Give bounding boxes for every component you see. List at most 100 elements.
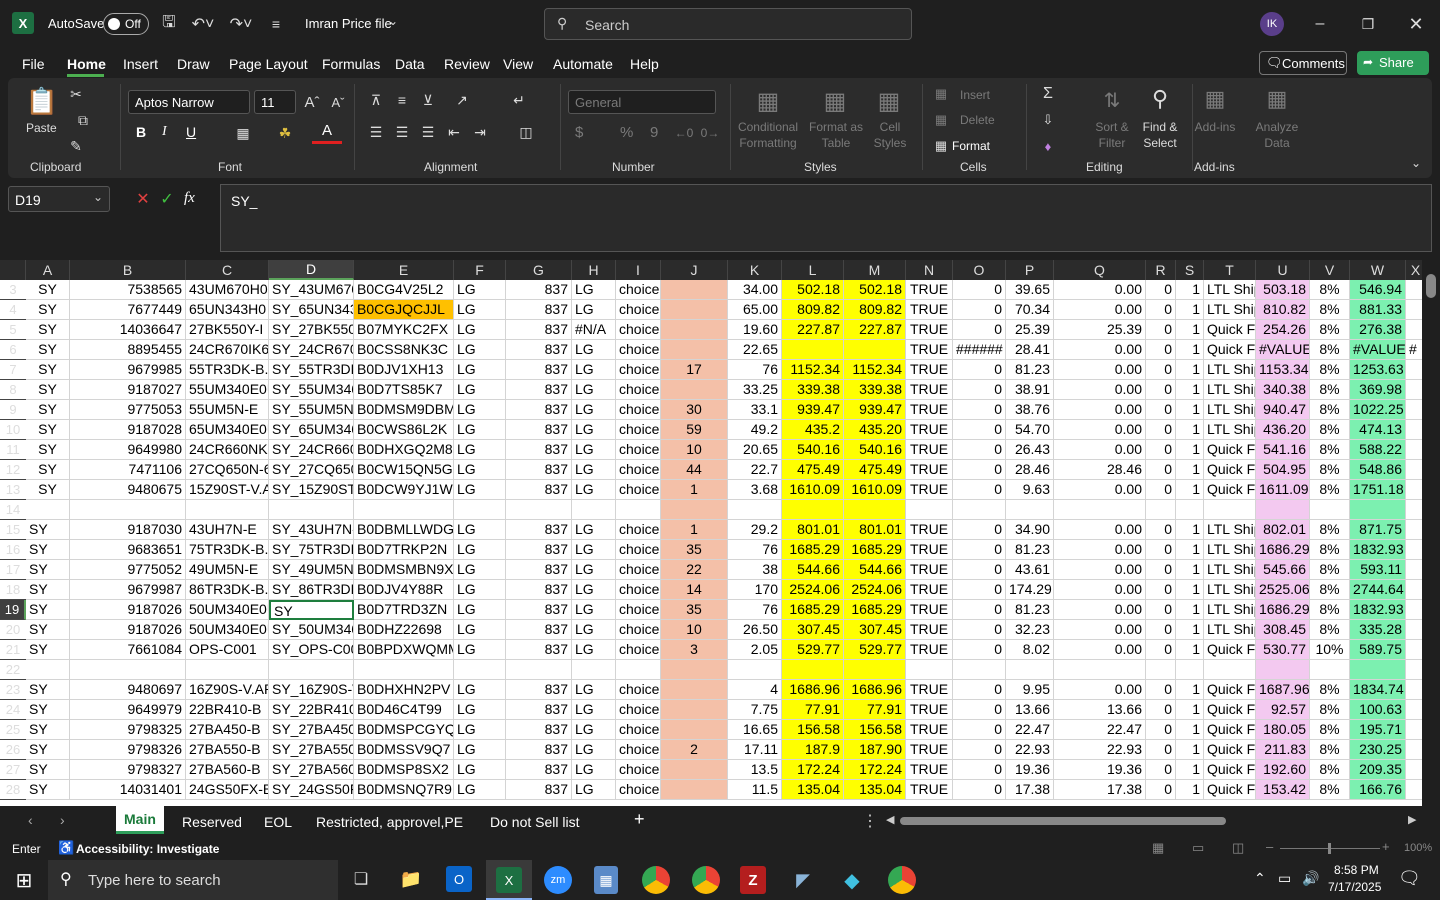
cell-a23[interactable]: SY xyxy=(26,680,70,700)
align-middle-icon[interactable]: ≡ xyxy=(392,90,412,110)
cell-m15[interactable]: 801.01 xyxy=(844,520,906,540)
cell-m7[interactable]: 1152.34 xyxy=(844,360,906,380)
cell-c23[interactable]: 16Z90S-V.APC xyxy=(186,680,269,700)
cell-j9[interactable]: 30 xyxy=(661,400,728,420)
cell-w23[interactable]: 1834.74 xyxy=(1350,680,1406,700)
cell-p11[interactable]: 26.43 xyxy=(1006,440,1054,460)
tab-home[interactable]: Home xyxy=(67,56,106,72)
cell-a26[interactable]: SY xyxy=(26,740,70,760)
tab-review[interactable]: Review xyxy=(444,56,490,72)
cell-n25[interactable]: TRUE xyxy=(906,720,953,740)
cell-d24[interactable]: SY_22BR410-B xyxy=(269,700,354,720)
cell-j15[interactable]: 1 xyxy=(661,520,728,540)
cell-g18[interactable]: 837 xyxy=(506,580,572,600)
cell-t15[interactable]: LTL Ship xyxy=(1204,520,1256,540)
cell-j10[interactable]: 59 xyxy=(661,420,728,440)
cell-g7[interactable]: 837 xyxy=(506,360,572,380)
sort-filter-label[interactable]: Sort & xyxy=(1088,120,1136,134)
undo-icon[interactable]: ↶˅ xyxy=(188,14,218,34)
cell-e23[interactable]: B0DHXHN2PV xyxy=(354,680,454,700)
row-header[interactable]: 11 xyxy=(0,440,26,460)
add-ins-icon[interactable]: ▦ xyxy=(1200,84,1230,114)
cell-j19[interactable]: 35 xyxy=(661,600,728,620)
cell-g12[interactable]: 837 xyxy=(506,460,572,480)
cell-k16[interactable]: 76 xyxy=(728,540,782,560)
cell-k6[interactable]: 22.65 xyxy=(728,340,782,360)
cell-b20[interactable]: 9187026 xyxy=(70,620,186,640)
cell-e5[interactable]: B07MYKC2FX xyxy=(354,320,454,340)
cell-c17[interactable]: 49UM5N-E xyxy=(186,560,269,580)
autosum-icon[interactable]: Σ xyxy=(1038,84,1058,104)
cell-q8[interactable]: 0.00 xyxy=(1054,380,1146,400)
cell-h3[interactable]: LG xyxy=(572,280,616,300)
analyze-data-label-2[interactable]: Data xyxy=(1254,136,1300,150)
cell-o26[interactable]: 0 xyxy=(953,740,1006,760)
cell-c4[interactable]: 65UN343H0 xyxy=(186,300,269,320)
cell-d4[interactable]: SY_65UN343H xyxy=(269,300,354,320)
cell-i11[interactable]: choice xyxy=(616,440,661,460)
cell-u3[interactable]: 503.18 xyxy=(1256,280,1310,300)
cell-h19[interactable]: LG xyxy=(572,600,616,620)
cell-g25[interactable]: 837 xyxy=(506,720,572,740)
cell-l24[interactable]: 77.91 xyxy=(782,700,844,720)
cell-d15[interactable]: SY_43UH7N-E xyxy=(269,520,354,540)
orientation-icon[interactable]: ↗ xyxy=(444,90,480,110)
cell-r20[interactable]: 0 xyxy=(1146,620,1176,640)
cell-l26[interactable]: 187.9 xyxy=(782,740,844,760)
cell-f12[interactable]: LG xyxy=(454,460,506,480)
cell-r10[interactable]: 0 xyxy=(1146,420,1176,440)
cell-a12[interactable]: SY xyxy=(26,460,70,480)
cell-p25[interactable]: 22.47 xyxy=(1006,720,1054,740)
cell-p28[interactable]: 17.38 xyxy=(1006,780,1054,800)
percent-button[interactable]: % xyxy=(620,124,633,141)
cell-n23[interactable]: TRUE xyxy=(906,680,953,700)
cell-v9[interactable]: 8% xyxy=(1310,400,1350,420)
cell-u13[interactable]: 1611.09 xyxy=(1256,480,1310,500)
cell-e24[interactable]: B0D46C4T99 xyxy=(354,700,454,720)
cell-k14[interactable] xyxy=(728,500,782,520)
cell-s13[interactable]: 1 xyxy=(1176,480,1204,500)
cell-q5[interactable]: 25.39 xyxy=(1054,320,1146,340)
cell-j23[interactable] xyxy=(661,680,728,700)
cell-v4[interactable]: 8% xyxy=(1310,300,1350,320)
next-sheet-icon[interactable]: › xyxy=(60,812,65,828)
cell-k22[interactable] xyxy=(728,660,782,680)
cell-styles-icon[interactable]: ▦ xyxy=(874,86,904,116)
cell-b17[interactable]: 9775052 xyxy=(70,560,186,580)
cell-d28[interactable]: SY_24GS50FX- xyxy=(269,780,354,800)
app-diamond-icon[interactable]: ◆ xyxy=(838,866,866,894)
column-header-h[interactable]: H xyxy=(572,260,616,280)
cell-v15[interactable]: 8% xyxy=(1310,520,1350,540)
decrease-font-icon[interactable]: Aˇ xyxy=(326,90,350,114)
cell-e10[interactable]: B0CWS86L2K xyxy=(354,420,454,440)
formula-input[interactable]: SY_ xyxy=(220,184,1432,252)
cell-l10[interactable]: 435.2 xyxy=(782,420,844,440)
cell-i13[interactable]: choice xyxy=(616,480,661,500)
cell-c12[interactable]: 27CQ650N-6N xyxy=(186,460,269,480)
cell-m11[interactable]: 540.16 xyxy=(844,440,906,460)
cell-styles-label[interactable]: Cell xyxy=(870,120,910,134)
cell-u5[interactable]: 254.26 xyxy=(1256,320,1310,340)
cell-f5[interactable]: LG xyxy=(454,320,506,340)
chrome-profile-icon[interactable] xyxy=(692,866,720,894)
cell-q13[interactable]: 0.00 xyxy=(1054,480,1146,500)
cell-q23[interactable]: 0.00 xyxy=(1054,680,1146,700)
cell-n19[interactable]: TRUE xyxy=(906,600,953,620)
cell-m5[interactable]: 227.87 xyxy=(844,320,906,340)
align-right-icon[interactable]: ☰ xyxy=(418,122,438,142)
cell-f17[interactable]: LG xyxy=(454,560,506,580)
tab-file[interactable]: File xyxy=(22,56,45,72)
cell-q6[interactable]: 0.00 xyxy=(1054,340,1146,360)
cell-t4[interactable]: LTL Ship xyxy=(1204,300,1256,320)
cell-b7[interactable]: 9679985 xyxy=(70,360,186,380)
cell-l7[interactable]: 1152.34 xyxy=(782,360,844,380)
cell-j5[interactable] xyxy=(661,320,728,340)
cell-v26[interactable]: 8% xyxy=(1310,740,1350,760)
column-header-f[interactable]: F xyxy=(454,260,506,280)
cell-p23[interactable]: 9.95 xyxy=(1006,680,1054,700)
cell-q26[interactable]: 22.93 xyxy=(1054,740,1146,760)
row-header[interactable]: 4 xyxy=(0,300,26,320)
cell-u24[interactable]: 92.57 xyxy=(1256,700,1310,720)
cell-o6[interactable]: ###### xyxy=(953,340,1006,360)
cell-l5[interactable]: 227.87 xyxy=(782,320,844,340)
